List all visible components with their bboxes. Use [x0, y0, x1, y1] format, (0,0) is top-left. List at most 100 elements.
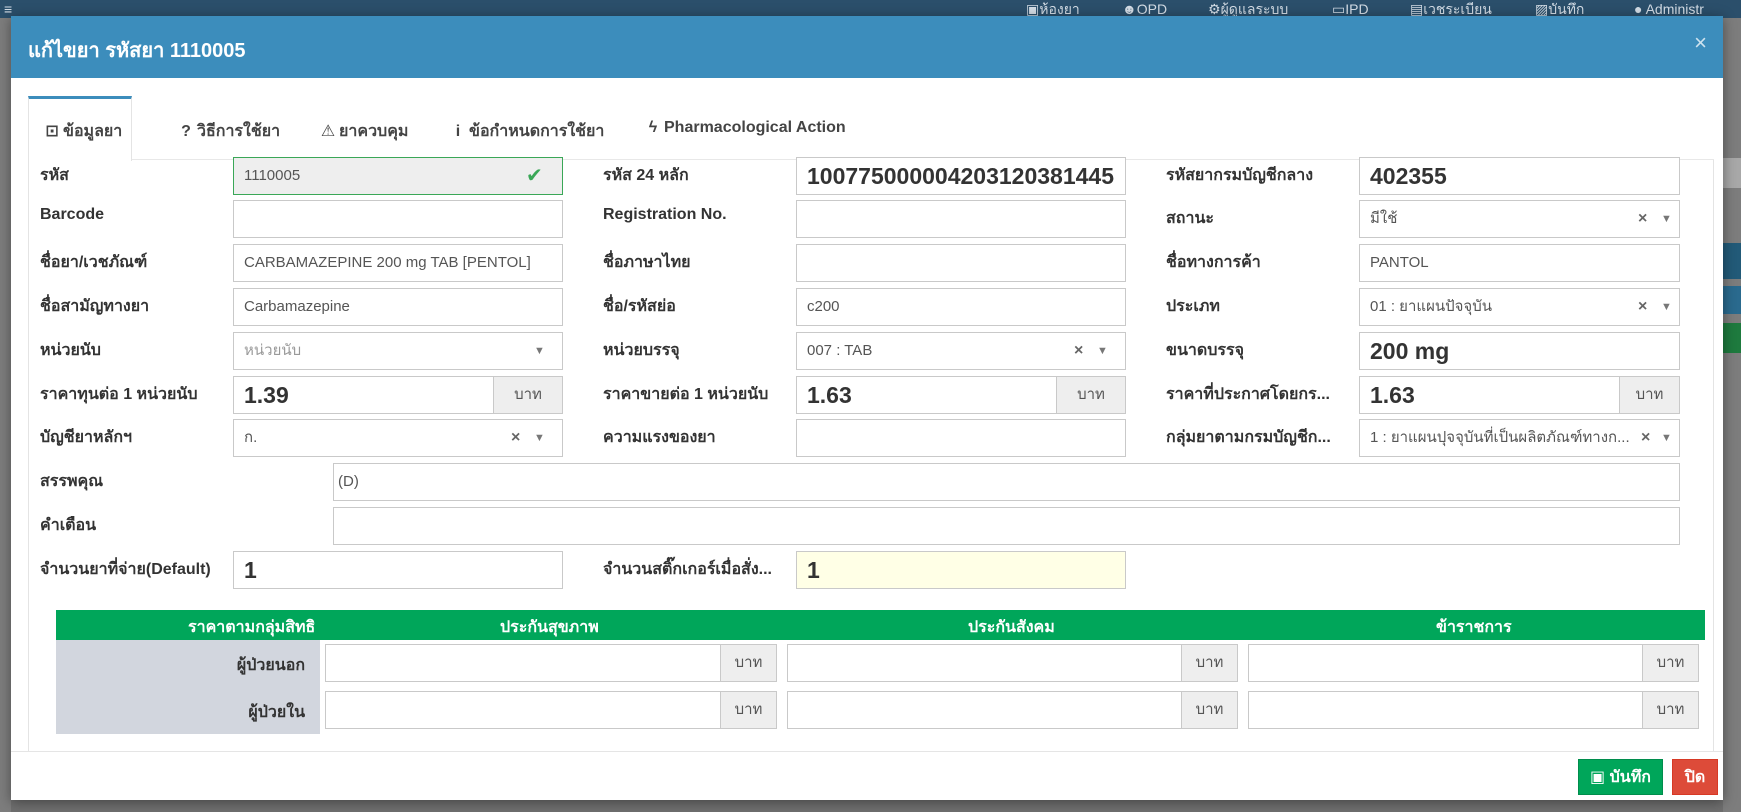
currency-addon: บาท	[1642, 644, 1699, 682]
ipd-social-security-input[interactable]	[787, 691, 1182, 729]
code-label: รหัส	[40, 167, 69, 184]
chevron-down-icon[interactable]: ▼	[534, 420, 545, 456]
row-label-inpatient: ผู้ป่วยใน	[248, 704, 305, 721]
drug-name-input[interactable]: CARBAMAZEPINE 200 mg TAB [PENTOL]	[233, 244, 563, 282]
chevron-down-icon[interactable]: ▼	[1661, 201, 1672, 237]
edit-drug-modal: แก้ไขยา รหัสยา 1110005 × ⊡ ข้อมูลยา ? วิธี…	[11, 16, 1723, 800]
generic-name-label: ชื่อสามัญทางยา	[40, 298, 150, 315]
modal-footer: ▣ บันทึก ปิด	[11, 751, 1723, 800]
sale-price-label: ราคาขายต่อ 1 หน่วยนับ	[603, 386, 769, 403]
currency-addon: บาท	[1642, 691, 1699, 729]
drug-group-label: กลุ่มยาตามกรมบัญชีก...	[1166, 429, 1331, 446]
tab-drug-info[interactable]: ⊡ ข้อมูลยา	[28, 96, 132, 161]
central-code-label: รหัสยากรมบัญชีกลาง	[1166, 167, 1314, 184]
trade-name-input[interactable]: PANTOL	[1359, 244, 1680, 282]
tab-controlled[interactable]: ⚠ ยาควบคุม	[320, 96, 409, 160]
price-table-header: ราคาตามกลุ่มสิทธิ ประกันสุขภาพ ประกันสัง…	[56, 610, 1705, 640]
medkit-icon: ⊡	[45, 123, 59, 140]
question-icon: ?	[181, 123, 191, 140]
chevron-down-icon[interactable]: ▼	[1661, 289, 1672, 325]
short-name-label: ชื่อ/รหัสย่อ	[603, 298, 676, 315]
central-code-input[interactable]: 402355	[1359, 157, 1680, 195]
ipd-civil-servant-input[interactable]	[1248, 691, 1643, 729]
tab-pharmacological-action[interactable]: ϟ Pharmacological Action	[645, 96, 846, 160]
chevron-down-icon[interactable]: ▼	[1097, 333, 1108, 369]
pill-icon: ▣	[1026, 1, 1040, 17]
opd-health-insurance-input[interactable]	[325, 644, 721, 682]
avatar-icon: ●	[1634, 1, 1643, 17]
essential-list-select[interactable]: ก. × ▼	[233, 419, 563, 457]
strength-label: ความแรงของยา	[603, 429, 716, 446]
column-header: ประกันสุขภาพ	[500, 619, 599, 636]
status-select[interactable]: มีใช้ × ▼	[1359, 200, 1680, 238]
pack-unit-select[interactable]: 007 : TAB × ▼	[796, 332, 1126, 370]
barcode-label: Barcode	[40, 206, 105, 223]
generic-name-input[interactable]: Carbamazepine	[233, 288, 563, 326]
indication-input[interactable]: (D)	[333, 463, 1680, 501]
column-header: ประกันสังคม	[968, 619, 1055, 636]
bed-icon: ▭	[1332, 1, 1346, 17]
modal-header: แก้ไขยา รหัสยา 1110005 ×	[11, 16, 1723, 78]
check-icon: ✔	[526, 165, 543, 187]
sticker-qty-input[interactable]: 1	[796, 551, 1126, 589]
clear-icon[interactable]: ×	[511, 420, 520, 456]
registration-input[interactable]	[796, 200, 1126, 238]
currency-addon: บาท	[1619, 376, 1680, 414]
currency-addon: บาท	[1181, 644, 1238, 682]
announced-price-input[interactable]: 1.63	[1359, 376, 1620, 414]
background-right	[1723, 18, 1741, 812]
clear-icon[interactable]: ×	[1638, 420, 1651, 456]
type-select[interactable]: 01 : ยาแผนปัจจุบัน × ▼	[1359, 288, 1680, 326]
row-label-outpatient: ผู้ป่วยนอก	[236, 657, 305, 674]
opd-social-security-input[interactable]	[787, 644, 1182, 682]
currency-addon: บาท	[1181, 691, 1238, 729]
currency-addon: บาท	[720, 691, 777, 729]
ipd-health-insurance-input[interactable]	[325, 691, 721, 729]
short-name-input[interactable]: c200	[796, 288, 1126, 326]
info-icon: i	[455, 123, 461, 140]
pack-size-input[interactable]: 200 mg	[1359, 332, 1680, 370]
indication-label: สรรพคุณ	[40, 473, 104, 490]
bolt-icon: ϟ	[648, 119, 658, 136]
modal-title: แก้ไขยา รหัสยา 1110005	[28, 40, 246, 62]
tab-bar: ⊡ ข้อมูลยา ? วิธีการใช้ยา ⚠ ยาควบคุม i ข้อกำ…	[28, 96, 1714, 161]
code-input[interactable]: 1110005 ✔	[233, 157, 563, 195]
sale-price-input[interactable]: 1.63	[796, 376, 1057, 414]
opd-civil-servant-input[interactable]	[1248, 644, 1643, 682]
background-left	[0, 18, 11, 812]
settings-icon: ⚙	[1208, 1, 1221, 17]
group-icon: ☻	[1122, 1, 1137, 17]
chevron-down-icon[interactable]: ▼	[1661, 420, 1672, 456]
registration-label: Registration No.	[603, 206, 727, 223]
unit-label: หน่วยนับ	[40, 342, 101, 359]
cost-input[interactable]: 1.39	[233, 376, 494, 414]
close-button[interactable]: ปิด	[1672, 759, 1718, 795]
drug-group-select[interactable]: 1 : ยาแผนปุจจุบันที่เป็นผลิตภัณฑ์ทางก...…	[1359, 419, 1680, 457]
save-button[interactable]: ▣ บันทึก	[1578, 759, 1663, 795]
chevron-down-icon[interactable]: ▼	[534, 333, 545, 369]
clear-icon[interactable]: ×	[1074, 333, 1083, 369]
warning-input[interactable]	[333, 507, 1680, 545]
currency-addon: บาท	[1056, 376, 1126, 414]
thai-name-input[interactable]	[796, 244, 1126, 282]
dispense-qty-input[interactable]: 1	[233, 551, 563, 589]
close-icon[interactable]: ×	[1694, 30, 1707, 56]
clear-icon[interactable]: ×	[1638, 289, 1647, 325]
pack-size-label: ขนาดบรรจุ	[1166, 342, 1244, 359]
status-label: สถานะ	[1166, 210, 1214, 227]
cost-label: ราคาทุนต่อ 1 หน่วยนับ	[40, 386, 198, 403]
column-header: ข้าราชการ	[1436, 619, 1512, 636]
save-icon: ▣	[1590, 769, 1606, 786]
barcode-input[interactable]	[233, 200, 563, 238]
tab-usage[interactable]: ? วิธีการใช้ยา	[178, 96, 280, 160]
announced-price-label: ราคาที่ประกาศโดยกร...	[1166, 386, 1330, 403]
trade-name-label: ชื่อทางการค้า	[1166, 254, 1261, 271]
code24-input[interactable]: 100775000004203120381445	[796, 157, 1126, 195]
clear-icon[interactable]: ×	[1638, 201, 1647, 237]
essential-list-label: บัญชียาหลักฯ	[40, 429, 133, 446]
currency-addon: บาท	[720, 644, 777, 682]
pack-unit-label: หน่วยบรรจุ	[603, 342, 680, 359]
strength-input[interactable]	[796, 419, 1126, 457]
tab-usage-terms[interactable]: i ข้อกำหนดการใช้ยา	[450, 96, 605, 160]
unit-select[interactable]: หน่วยนับ ▼	[233, 332, 563, 370]
